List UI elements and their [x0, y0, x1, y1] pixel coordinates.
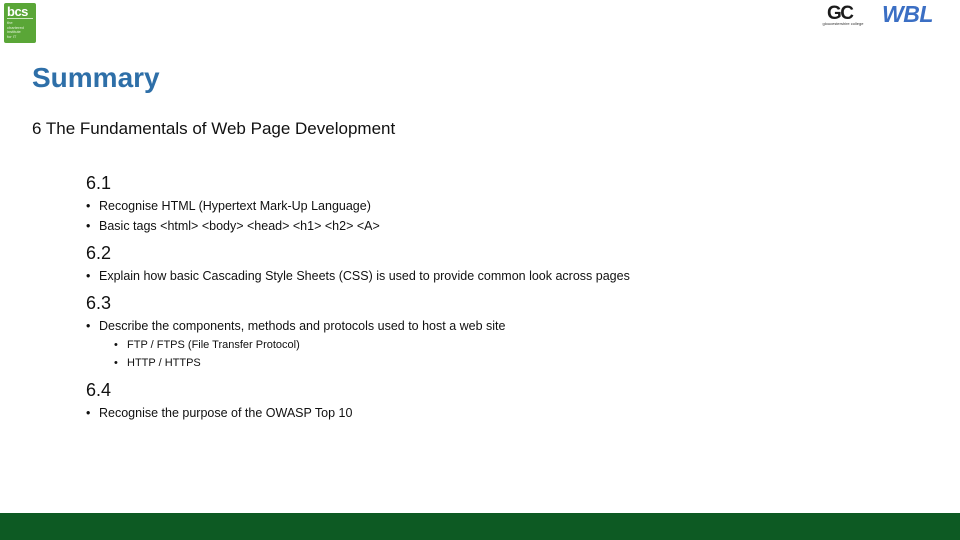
- bullet-dot: •: [86, 406, 91, 420]
- section-heading-6-2: 6.2: [86, 243, 112, 263]
- wbl-logo: WBL: [882, 1, 933, 27]
- bcs-logo-divider: [7, 18, 33, 19]
- unit-heading: 6 The Fundamentals of Web Page Developme…: [32, 119, 396, 138]
- bullet-text: Explain how basic Cascading Style Sheets…: [99, 269, 630, 283]
- bullet-dot: •: [86, 319, 91, 333]
- bullet-item: • Basic tags <html> <body> <head> <h1> <h…: [86, 219, 380, 233]
- slide-title: Summary: [32, 62, 160, 93]
- bullet-item: • Describe the components, methods and pr…: [86, 319, 505, 333]
- section-heading-6-3: 6.3: [86, 293, 112, 313]
- bullet-item: • Recognise HTML (Hypertext Mark-Up Langu…: [86, 199, 371, 213]
- sub-bullet-text: HTTP / HTTPS: [127, 357, 201, 369]
- bcs-logo-word: bcs: [7, 4, 28, 19]
- bullet-item: • Explain how basic Cascading Style Sheet…: [86, 269, 630, 283]
- gc-logo-text: gloucestershire college: [822, 21, 864, 26]
- sub-bullet-item: • HTTP / HTTPS: [114, 357, 201, 369]
- gloucestershire-college-logo: GC gloucestershire college: [812, 4, 874, 27]
- bullet-dot: •: [86, 219, 91, 233]
- bcs-logo: bcs the chartered institute for IT: [4, 3, 36, 43]
- bullet-text: Recognise HTML (Hypertext Mark-Up Langua…: [99, 199, 371, 213]
- bullet-text: Basic tags <html> <body> <head> <h1> <h2…: [99, 219, 380, 233]
- sub-bullet-text: FTP / FTPS (File Transfer Protocol): [127, 339, 300, 351]
- bullet-item: • Recognise the purpose of the OWASP Top …: [86, 406, 352, 420]
- bullet-dot: •: [86, 269, 91, 283]
- section-heading-6-4: 6.4: [86, 380, 112, 400]
- bullet-dot: •: [86, 199, 91, 213]
- footer-bar: [0, 513, 960, 540]
- bullet-text: Describe the components, methods and pro…: [99, 319, 506, 333]
- bullet-dot: •: [114, 339, 118, 351]
- sub-bullet-item: • FTP / FTPS (File Transfer Protocol): [114, 339, 300, 351]
- section-heading-6-1: 6.1: [86, 173, 112, 193]
- bullet-text: Recognise the purpose of the OWASP Top 1…: [99, 406, 353, 420]
- bullet-dot: •: [114, 357, 118, 369]
- bcs-logo-tagline: the chartered institute for IT: [7, 20, 24, 39]
